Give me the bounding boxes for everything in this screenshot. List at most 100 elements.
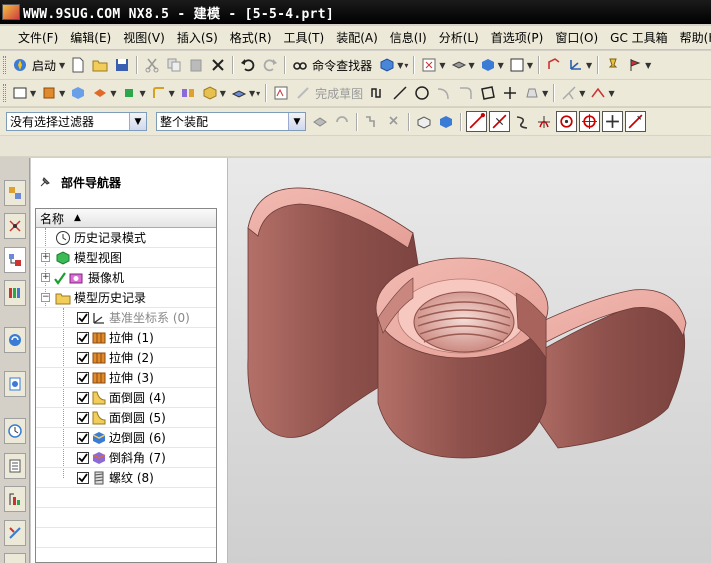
start-dropdown-icon[interactable]: ▼ [59, 61, 65, 70]
fillet-sketch-icon[interactable] [456, 83, 476, 103]
history-tab[interactable] [4, 418, 26, 444]
trim-icon[interactable] [559, 83, 579, 103]
save-icon[interactable] [112, 55, 132, 75]
profile-icon[interactable] [368, 83, 388, 103]
command-finder-icon[interactable] [290, 55, 310, 75]
render-style-dropdown-icon[interactable]: ▼ [397, 61, 403, 70]
toolbar-grip[interactable] [3, 56, 6, 74]
background-icon[interactable] [507, 55, 527, 75]
roles-tab[interactable] [4, 486, 26, 512]
finish-sketch-icon[interactable] [293, 83, 313, 103]
feature-row-face-blend-4[interactable]: 面倒圆 (4) [36, 388, 216, 408]
feature-row-datum-csys[interactable]: 基准坐标系 (0) [36, 308, 216, 328]
flag-icon[interactable] [625, 55, 645, 75]
command-finder-button[interactable]: 命令查找器 [312, 57, 372, 74]
flag-dropdown-icon[interactable]: ▼ [645, 61, 651, 70]
snap-point-on-curve-icon[interactable] [625, 111, 646, 132]
polygon-icon[interactable] [522, 83, 542, 103]
undo-selection-icon[interactable] [332, 112, 352, 132]
cut-icon[interactable] [142, 55, 162, 75]
constraint-navigator-tab[interactable] [4, 213, 26, 239]
hd3d-tools-tab[interactable] [4, 327, 26, 353]
paste-icon[interactable] [186, 55, 206, 75]
visibility-checkbox[interactable] [77, 471, 89, 484]
background-dropdown-icon[interactable]: ▼ [527, 61, 533, 70]
render-style-icon[interactable] [377, 55, 397, 75]
feature-row-extrude-1[interactable]: 拉伸 (1) [36, 328, 216, 348]
feature-row-extrude-2[interactable]: 拉伸 (2) [36, 348, 216, 368]
expand-icon[interactable]: + [41, 253, 50, 262]
pin-icon[interactable] [39, 176, 51, 188]
shaded-view-dropdown-icon[interactable]: ▼ [498, 61, 504, 70]
feature-row-extrude-3[interactable]: 拉伸 (3) [36, 368, 216, 388]
arc-icon[interactable] [434, 83, 454, 103]
selection-scope-select[interactable]: 整个装配 ▼ [156, 112, 306, 131]
snap-arc-center-icon[interactable] [556, 111, 577, 132]
constraint-icon[interactable] [588, 83, 608, 103]
menu-tools[interactable]: 工具(T) [278, 28, 331, 48]
start-button[interactable]: 启动 [32, 57, 56, 74]
menu-help[interactable]: 帮助(H) [674, 28, 711, 48]
select-features-icon[interactable] [362, 112, 382, 132]
chevron-down-icon[interactable]: ▼ [288, 113, 305, 130]
polygon-dropdown-icon[interactable]: ▼ [542, 89, 548, 98]
type-filter-select[interactable]: 没有选择过滤器 ▼ [6, 112, 147, 131]
start-icon[interactable] [10, 55, 30, 75]
snap-midpoint-icon[interactable] [489, 111, 510, 132]
orient-view-icon[interactable] [544, 55, 564, 75]
layer-icon[interactable] [449, 55, 469, 75]
block-icon[interactable] [68, 83, 88, 103]
unite-icon[interactable] [90, 83, 110, 103]
collapse-icon[interactable]: − [41, 293, 50, 302]
menu-information[interactable]: 信息(I) [384, 28, 433, 48]
line-icon[interactable] [390, 83, 410, 103]
toolbar-overflow-icon[interactable]: ▾ [404, 61, 408, 70]
process-studio-tab[interactable] [4, 453, 26, 479]
fit-view-dropdown-icon[interactable]: ▼ [439, 61, 445, 70]
reuse-library-tab[interactable] [4, 280, 26, 306]
sketch-icon[interactable] [271, 83, 291, 103]
snap-endpoint-icon[interactable] [466, 111, 487, 132]
web-browser-tab[interactable] [4, 371, 26, 397]
general-selection-icon[interactable] [310, 112, 330, 132]
copy-icon[interactable] [164, 55, 184, 75]
tree-item-model-views[interactable]: + 模型视图 [36, 248, 216, 268]
menu-file[interactable]: 文件(F) [12, 28, 64, 48]
sketch-dropdown-icon[interactable]: ▼ [30, 89, 36, 98]
assembly-navigator-tab[interactable] [4, 180, 26, 206]
chevron-down-icon[interactable]: ▼ [129, 113, 146, 130]
offset-face-dropdown-icon[interactable]: ▼ [220, 89, 226, 98]
finish-sketch-button[interactable]: 完成草图 [315, 85, 363, 102]
visibility-checkbox[interactable] [77, 371, 89, 384]
toolbar-overflow-icon[interactable]: ▾ [256, 89, 260, 98]
menu-gc-toolkit[interactable]: GC 工具箱 [604, 28, 674, 48]
snap-intersection-icon[interactable] [534, 112, 554, 132]
part-navigator-tab[interactable] [4, 247, 26, 273]
extrude-icon[interactable] [39, 83, 59, 103]
wing-nut-model[interactable] [228, 158, 711, 563]
menu-insert[interactable]: 插入(S) [171, 28, 224, 48]
sync-modeling-dropdown-icon[interactable]: ▼ [249, 89, 255, 98]
select-bodies-icon[interactable] [384, 112, 404, 132]
undo-icon[interactable] [238, 55, 258, 75]
menu-view[interactable]: 视图(V) [117, 28, 171, 48]
visibility-checkbox[interactable] [77, 411, 89, 424]
menu-format[interactable]: 格式(R) [224, 28, 278, 48]
rectangle-icon[interactable] [478, 83, 498, 103]
menu-edit[interactable]: 编辑(E) [64, 28, 117, 48]
constraint-dropdown-icon[interactable]: ▼ [608, 89, 614, 98]
sketch-rectangle-icon[interactable] [10, 83, 30, 103]
pin-icon[interactable] [603, 55, 623, 75]
offset-face-icon[interactable] [200, 83, 220, 103]
name-column-header[interactable]: 名称 ▲ [36, 209, 216, 228]
select-solid-icon[interactable] [436, 112, 456, 132]
redo-icon[interactable] [260, 55, 280, 75]
visibility-checkbox[interactable] [77, 451, 89, 464]
menu-preferences[interactable]: 首选项(P) [485, 28, 550, 48]
expand-icon[interactable]: + [41, 273, 50, 282]
delete-icon[interactable] [208, 55, 228, 75]
wcs-icon[interactable] [566, 55, 586, 75]
visibility-checkbox[interactable] [77, 391, 89, 404]
snap-existing-point-icon[interactable] [602, 111, 623, 132]
snap-curve-icon[interactable] [512, 112, 532, 132]
